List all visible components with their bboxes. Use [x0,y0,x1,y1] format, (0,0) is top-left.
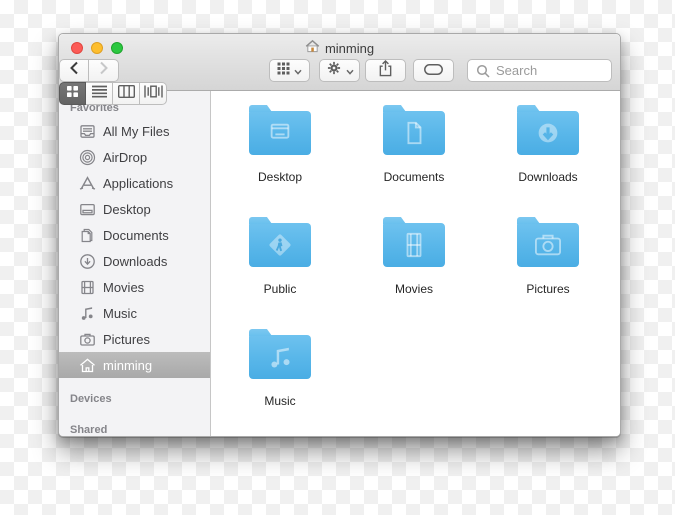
folder-icon [249,111,311,155]
folder-tile-music[interactable]: Music [213,327,347,436]
folder-name: Documents [383,170,445,184]
sidebar-item-label: Pictures [103,331,150,347]
gear-icon [326,60,342,81]
folder-tile-movies[interactable]: Movies [347,215,481,327]
folder-tile-documents[interactable]: Documents [347,103,481,215]
folder-tile-pictures[interactable]: Pictures [481,215,615,327]
music-folder-glyph [249,335,311,379]
list-view-icon [91,85,107,103]
chevron-down-icon [345,62,354,80]
search-icon [476,64,490,83]
devices-section-header: Devices [70,393,112,405]
desktop-icon [78,200,96,218]
folder-icon [383,223,445,267]
folder-icon [517,111,579,155]
sidebar-item-documents[interactable]: Documents [59,222,210,248]
icon-view-button[interactable] [59,82,86,105]
desktop-folder-glyph [249,111,311,155]
sidebar-item-minming[interactable]: minming [59,352,210,378]
folder-name: Desktop [257,170,303,184]
sidebar-item-label: Documents [103,227,169,243]
folder-tile-public[interactable]: Public [213,215,347,327]
sidebar-item-pictures[interactable]: Pictures [59,326,210,352]
chevron-down-icon [294,62,302,80]
pictures-folder-glyph [517,223,579,267]
folder-name: Pictures [526,282,570,296]
transparent-checkerboard-background: { "window": { "title": "minming" }, "too… [0,0,675,515]
sidebar: Favorites All My Files AirDrop Applicati… [59,91,211,436]
folder-name: Music [264,394,296,408]
home-icon [78,356,96,374]
folder-tile-desktop[interactable]: Desktop [213,103,347,215]
sidebar-item-all-my-files[interactable]: All My Files [59,118,210,144]
movies-folder-glyph [383,223,445,267]
search-input[interactable] [494,62,598,79]
sidebar-item-movies[interactable]: Movies [59,274,210,300]
folder-name: Public [263,282,297,296]
music-icon [78,304,96,322]
sidebar-item-label: Movies [103,279,145,295]
applications-icon [78,174,96,192]
sidebar-item-desktop[interactable]: Desktop [59,196,210,222]
home-icon [305,39,320,58]
share-icon [378,59,393,82]
pictures-icon [78,330,96,348]
public-folder-glyph [249,223,311,267]
documents-icon [78,226,96,244]
folder-name: Downloads [518,170,578,184]
window-title: minming [324,40,375,56]
folder-tile-downloads[interactable]: Downloads [481,103,615,215]
sidebar-item-downloads[interactable]: Downloads [59,248,210,274]
share-button[interactable] [365,59,406,82]
icon-view-icon [66,85,79,103]
shared-section-header: Shared [70,424,108,436]
tag-icon [424,62,443,80]
column-view-icon [117,84,135,103]
search-field[interactable] [467,59,612,82]
tag-button[interactable] [413,59,454,82]
folder-icon [383,111,445,155]
finder-window: minming Search Favorites All My Files Ai… [58,33,621,437]
titlebar: minming [59,39,620,57]
all-my-files-icon [78,122,96,140]
sidebar-item-label: AirDrop [103,149,148,165]
airdrop-icon [78,148,96,166]
sidebar-item-label: Applications [103,175,174,191]
window-header[interactable]: minming [59,34,620,105]
chevron-left-icon [69,61,79,80]
sidebar-item-label: All My Files [103,123,170,139]
folder-icon [249,335,311,379]
chevron-right-icon [99,61,109,80]
folder-icon [249,223,311,267]
arrange-grid-icon [277,62,290,80]
back-button[interactable] [59,59,89,82]
action-button[interactable] [319,59,360,82]
arrange-button[interactable] [269,59,310,82]
sidebar-item-label: minming [103,357,153,373]
coverflow-view-button[interactable] [140,82,167,105]
sidebar-item-airdrop[interactable]: AirDrop [59,144,210,170]
sidebar-item-label: Music [103,305,137,321]
folder-icon [517,223,579,267]
downloads-folder-glyph [517,111,579,155]
forward-button[interactable] [89,59,119,82]
folder-name: Movies [394,282,433,296]
sidebar-item-label: Downloads [103,253,168,269]
sidebar-item-label: Desktop [103,201,151,217]
documents-folder-glyph [383,111,445,155]
toolbar [59,59,620,105]
column-view-button[interactable] [113,82,140,105]
coverflow-view-icon [143,85,163,103]
sidebar-item-music[interactable]: Music [59,300,210,326]
folder-grid: Desktop Documents Downloads Public Movie… [211,91,620,436]
downloads-icon [78,252,96,270]
sidebar-item-applications[interactable]: Applications [59,170,210,196]
movies-icon [78,278,96,296]
view-switcher [59,82,620,105]
list-view-button[interactable] [86,82,113,105]
